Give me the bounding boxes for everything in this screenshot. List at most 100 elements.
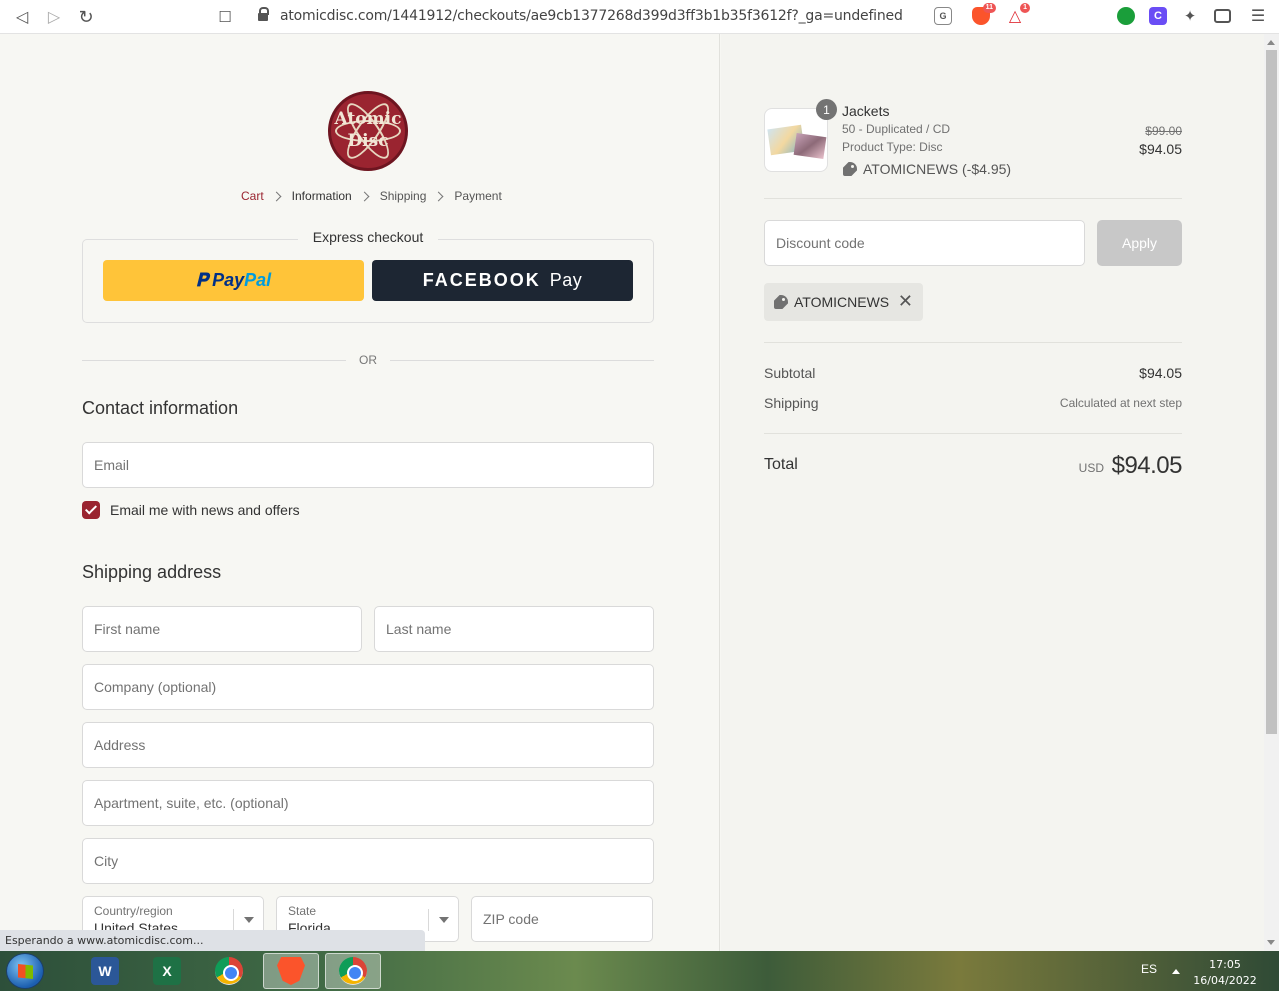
tag-icon [843, 162, 857, 176]
divider [764, 198, 1182, 199]
language-indicator[interactable]: ES [1141, 962, 1157, 976]
grammar-extension-icon[interactable] [1117, 7, 1135, 25]
state-label: State [288, 904, 317, 918]
zip-code-field[interactable] [471, 896, 653, 942]
company-field[interactable] [82, 664, 654, 710]
c-extension-icon[interactable]: C [1149, 7, 1167, 25]
url-text: atomicdisc.com/1441912/checkouts/ae9cb13… [280, 8, 903, 24]
chevron-down-icon [244, 917, 254, 923]
original-price: $99.00 [1145, 124, 1182, 138]
paypal-logo-icon: 𝐏 [195, 270, 209, 290]
logo-text-line1: Atomic [334, 109, 402, 129]
product-thumbnail [764, 108, 828, 172]
wallet-icon[interactable] [1214, 9, 1231, 23]
chrome-icon [215, 957, 243, 985]
chevron-down-icon [439, 917, 449, 923]
menu-icon[interactable]: ☰ [1249, 7, 1267, 25]
lock-icon [258, 7, 269, 22]
last-name-field[interactable] [374, 606, 654, 652]
discounted-price: $94.05 [1139, 141, 1182, 157]
taskbar-chrome-profile[interactable] [325, 953, 381, 989]
express-checkout-title: Express checkout [298, 229, 438, 245]
select-divider [428, 909, 429, 931]
remove-discount-icon[interactable]: ✕ [898, 292, 913, 310]
address-field[interactable] [82, 722, 654, 768]
atomic-disc-logo[interactable]: Atomic Disc [328, 91, 408, 171]
facebook-pay-button[interactable]: FACEBOOK Pay [372, 260, 633, 301]
divider [764, 433, 1182, 434]
subtotal-value: $94.05 [1139, 365, 1182, 381]
tray-expand-icon[interactable] [1172, 969, 1180, 974]
newsletter-label[interactable]: Email me with news and offers [110, 502, 300, 518]
excel-icon: X [153, 957, 181, 985]
rewards-count-badge: 1 [1020, 3, 1030, 13]
chevron-right-icon [359, 191, 370, 201]
start-button[interactable] [6, 953, 44, 989]
divider [764, 342, 1182, 343]
breadcrumb: Cart Information Shipping Payment [241, 189, 502, 203]
back-icon[interactable]: ◁ [9, 0, 35, 34]
brave-icon [277, 957, 305, 985]
shipping-label: Shipping [764, 395, 819, 411]
translate-icon[interactable]: G [934, 7, 952, 25]
scrollbar-thumb[interactable] [1266, 50, 1277, 734]
logo-text-line2: Disc [347, 131, 389, 151]
paypal-pal-text: Pal [244, 270, 272, 290]
total-label: Total [764, 456, 798, 473]
applied-discount-code: ATOMICNEWS [794, 294, 890, 310]
paypal-button[interactable]: 𝐏 Pay Pal [103, 260, 364, 301]
windows-taskbar: W X [0, 951, 1279, 991]
email-field[interactable] [82, 442, 654, 488]
breadcrumb-payment: Payment [454, 189, 502, 203]
facebook-pay-text: Pay [549, 270, 583, 290]
brave-shields-icon[interactable]: 11 [972, 3, 996, 25]
taskbar-excel[interactable]: X [139, 953, 195, 989]
taskbar-brave[interactable] [263, 953, 319, 989]
product-type: Product Type: Disc [842, 140, 943, 154]
paypal-pay-text: Pay [212, 270, 245, 290]
facebook-pay-brand: FACEBOOK [422, 270, 541, 290]
taskbar-chrome[interactable] [201, 953, 257, 989]
tag-icon [774, 295, 788, 309]
bookmark-icon[interactable]: ☐ [212, 0, 238, 34]
contact-information-title: Contact information [82, 398, 239, 418]
divider [390, 360, 654, 361]
chevron-right-icon [271, 191, 282, 201]
country-label: Country/region [94, 904, 173, 918]
browser-toolbar: ◁ ▷ ↻ ☐ atomicdisc.com/1441912/checkouts… [0, 0, 1279, 34]
applied-discount-chip: ATOMICNEWS ✕ [764, 283, 923, 321]
product-discount-text: ATOMICNEWS (-$4.95) [863, 161, 1012, 177]
clock-time: 17:05 [1209, 958, 1241, 971]
chrome-icon [339, 957, 367, 985]
subtotal-label: Subtotal [764, 365, 816, 381]
extensions-puzzle-icon[interactable]: ✦ [1181, 7, 1199, 25]
brave-rewards-icon[interactable]: △ 1 [1006, 3, 1030, 25]
system-clock[interactable]: 17:05 16/04/2022 [1190, 957, 1260, 989]
breadcrumb-shipping: Shipping [379, 189, 427, 203]
first-name-field[interactable] [82, 606, 362, 652]
reload-icon[interactable]: ↻ [73, 0, 99, 34]
total-currency: USD [1078, 461, 1104, 475]
address-bar[interactable]: atomicdisc.com/1441912/checkouts/ae9cb13… [248, 3, 1032, 30]
taskbar-word[interactable]: W [77, 953, 133, 989]
product-image-part [793, 133, 827, 159]
scroll-down-icon[interactable] [1267, 940, 1275, 945]
apartment-field[interactable] [82, 780, 654, 826]
newsletter-checkbox[interactable] [82, 501, 100, 519]
shields-count-badge: 11 [982, 3, 996, 13]
product-variant: 50 - Duplicated / CD [842, 122, 951, 136]
breadcrumb-cart[interactable]: Cart [241, 189, 264, 203]
shipping-address-title: Shipping address [82, 562, 222, 582]
or-separator: OR [359, 353, 377, 367]
apply-discount-button[interactable]: Apply [1097, 220, 1182, 266]
breadcrumb-information: Information [291, 189, 352, 203]
clock-date: 16/04/2022 [1193, 974, 1257, 987]
discount-code-field[interactable] [764, 220, 1085, 266]
chevron-right-icon [433, 191, 444, 201]
forward-icon[interactable]: ▷ [41, 0, 67, 34]
product-name: Jackets [842, 103, 890, 119]
city-field[interactable] [82, 838, 654, 884]
product-discount: ATOMICNEWS (-$4.95) [843, 161, 1011, 177]
quantity-badge: 1 [816, 99, 837, 120]
scroll-up-icon[interactable] [1267, 40, 1275, 45]
